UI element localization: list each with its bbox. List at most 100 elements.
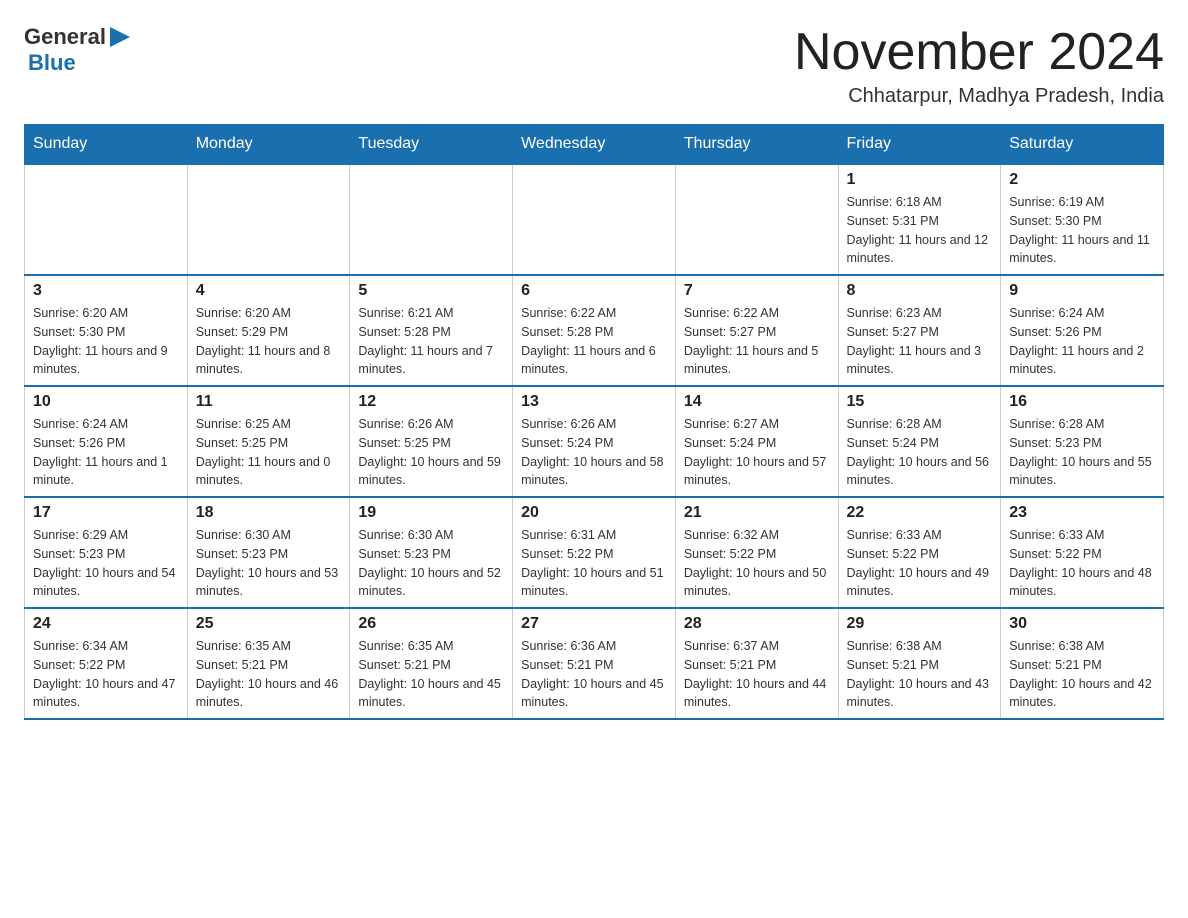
col-header-thursday: Thursday (675, 125, 838, 165)
calendar-cell: 20Sunrise: 6:31 AMSunset: 5:22 PMDayligh… (513, 497, 676, 608)
day-number: 3 (33, 282, 179, 300)
day-info: Sunrise: 6:21 AMSunset: 5:28 PMDaylight:… (358, 304, 504, 379)
day-number: 1 (847, 171, 993, 189)
calendar-cell: 18 Sunrise: 6:30 AMSunset: 5:23 PMDayligh… (187, 497, 350, 608)
day-number: 18 (196, 504, 342, 522)
logo-blue-text: Blue (28, 50, 76, 76)
day-number: 15 (847, 393, 993, 411)
calendar-cell: 15 Sunrise: 6:28 AMSunset: 5:24 PMDayligh… (838, 386, 1001, 497)
day-info: Sunrise: 6:24 AMSunset: 5:26 PMDaylight:… (33, 415, 179, 490)
title-area: November 2024 Chhatarpur, Madhya Pradesh… (794, 24, 1164, 108)
calendar-cell (25, 164, 188, 275)
location-title: Chhatarpur, Madhya Pradesh, India (794, 85, 1164, 108)
calendar-cell: 14 Sunrise: 6:27 AMSunset: 5:24 PMDayligh… (675, 386, 838, 497)
calendar-cell (350, 164, 513, 275)
day-info: Sunrise: 6:34 AMSunset: 5:22 PMDaylight:… (33, 637, 179, 712)
day-info: Sunrise: 6:29 AMSunset: 5:23 PMDaylight:… (33, 526, 179, 601)
day-number: 21 (684, 504, 830, 522)
calendar-week-row: 3 Sunrise: 6:20 AMSunset: 5:30 PMDaylight… (25, 275, 1164, 386)
calendar-cell: 25 Sunrise: 6:35 AMSunset: 5:21 PMDayligh… (187, 608, 350, 719)
logo: General Blue (24, 24, 130, 76)
calendar-cell: 29 Sunrise: 6:38 AMSunset: 5:21 PMDayligh… (838, 608, 1001, 719)
calendar-cell: 13Sunrise: 6:26 AMSunset: 5:24 PMDayligh… (513, 386, 676, 497)
calendar-cell: 7Sunrise: 6:22 AMSunset: 5:27 PMDaylight… (675, 275, 838, 386)
col-header-friday: Friday (838, 125, 1001, 165)
day-number: 22 (847, 504, 993, 522)
day-number: 2 (1009, 171, 1155, 189)
day-number: 17 (33, 504, 179, 522)
calendar-cell: 30 Sunrise: 6:38 AMSunset: 5:21 PMDayligh… (1001, 608, 1164, 719)
calendar-cell: 28Sunrise: 6:37 AMSunset: 5:21 PMDayligh… (675, 608, 838, 719)
logo-triangle-icon (108, 27, 130, 47)
calendar-cell: 26Sunrise: 6:35 AMSunset: 5:21 PMDayligh… (350, 608, 513, 719)
calendar-cell: 1 Sunrise: 6:18 AMSunset: 5:31 PMDaylight… (838, 164, 1001, 275)
day-number: 11 (196, 393, 342, 411)
day-info: Sunrise: 6:35 AMSunset: 5:21 PMDaylight:… (196, 637, 342, 712)
calendar-cell: 6 Sunrise: 6:22 AMSunset: 5:28 PMDaylight… (513, 275, 676, 386)
calendar-cell: 4 Sunrise: 6:20 AMSunset: 5:29 PMDaylight… (187, 275, 350, 386)
day-info: Sunrise: 6:24 AMSunset: 5:26 PMDaylight:… (1009, 304, 1155, 379)
logo-general-text: General (24, 24, 106, 50)
day-info: Sunrise: 6:18 AMSunset: 5:31 PMDaylight:… (847, 193, 993, 268)
day-info: Sunrise: 6:38 AMSunset: 5:21 PMDaylight:… (1009, 637, 1155, 712)
day-number: 24 (33, 615, 179, 633)
calendar-cell: 3 Sunrise: 6:20 AMSunset: 5:30 PMDaylight… (25, 275, 188, 386)
col-header-sunday: Sunday (25, 125, 188, 165)
col-header-monday: Monday (187, 125, 350, 165)
col-header-saturday: Saturday (1001, 125, 1164, 165)
calendar-cell: 2 Sunrise: 6:19 AMSunset: 5:30 PMDaylight… (1001, 164, 1164, 275)
day-number: 12 (358, 393, 504, 411)
day-info: Sunrise: 6:19 AMSunset: 5:30 PMDaylight:… (1009, 193, 1155, 268)
calendar-header-row: SundayMondayTuesdayWednesdayThursdayFrid… (25, 125, 1164, 165)
day-number: 6 (521, 282, 667, 300)
day-info: Sunrise: 6:28 AMSunset: 5:23 PMDaylight:… (1009, 415, 1155, 490)
calendar-cell: 22 Sunrise: 6:33 AMSunset: 5:22 PMDayligh… (838, 497, 1001, 608)
calendar-cell: 10 Sunrise: 6:24 AMSunset: 5:26 PMDayligh… (25, 386, 188, 497)
day-info: Sunrise: 6:26 AMSunset: 5:25 PMDaylight:… (358, 415, 504, 490)
col-header-tuesday: Tuesday (350, 125, 513, 165)
day-info: Sunrise: 6:28 AMSunset: 5:24 PMDaylight:… (847, 415, 993, 490)
calendar-cell: 11 Sunrise: 6:25 AMSunset: 5:25 PMDayligh… (187, 386, 350, 497)
calendar-cell: 23 Sunrise: 6:33 AMSunset: 5:22 PMDayligh… (1001, 497, 1164, 608)
day-info: Sunrise: 6:20 AMSunset: 5:30 PMDaylight:… (33, 304, 179, 379)
day-number: 10 (33, 393, 179, 411)
day-number: 25 (196, 615, 342, 633)
calendar-week-row: 17 Sunrise: 6:29 AMSunset: 5:23 PMDayligh… (25, 497, 1164, 608)
day-number: 27 (521, 615, 667, 633)
day-number: 19 (358, 504, 504, 522)
day-info: Sunrise: 6:27 AMSunset: 5:24 PMDaylight:… (684, 415, 830, 490)
calendar-cell: 8Sunrise: 6:23 AMSunset: 5:27 PMDaylight… (838, 275, 1001, 386)
calendar-cell: 9 Sunrise: 6:24 AMSunset: 5:26 PMDaylight… (1001, 275, 1164, 386)
day-number: 14 (684, 393, 830, 411)
day-number: 9 (1009, 282, 1155, 300)
header: General Blue November 2024 Chhatarpur, M… (24, 24, 1164, 108)
calendar-cell: 24 Sunrise: 6:34 AMSunset: 5:22 PMDayligh… (25, 608, 188, 719)
calendar-cell: 19Sunrise: 6:30 AMSunset: 5:23 PMDayligh… (350, 497, 513, 608)
calendar-week-row: 10 Sunrise: 6:24 AMSunset: 5:26 PMDayligh… (25, 386, 1164, 497)
day-number: 23 (1009, 504, 1155, 522)
day-info: Sunrise: 6:22 AMSunset: 5:28 PMDaylight:… (521, 304, 667, 379)
calendar-cell (675, 164, 838, 275)
month-title: November 2024 (794, 24, 1164, 81)
day-number: 8 (847, 282, 993, 300)
day-number: 28 (684, 615, 830, 633)
day-info: Sunrise: 6:36 AMSunset: 5:21 PMDaylight:… (521, 637, 667, 712)
calendar-week-row: 24 Sunrise: 6:34 AMSunset: 5:22 PMDayligh… (25, 608, 1164, 719)
day-number: 4 (196, 282, 342, 300)
calendar-cell: 27 Sunrise: 6:36 AMSunset: 5:21 PMDayligh… (513, 608, 676, 719)
day-info: Sunrise: 6:20 AMSunset: 5:29 PMDaylight:… (196, 304, 342, 379)
calendar-cell: 12 Sunrise: 6:26 AMSunset: 5:25 PMDayligh… (350, 386, 513, 497)
day-info: Sunrise: 6:30 AMSunset: 5:23 PMDaylight:… (196, 526, 342, 601)
calendar-cell: 21Sunrise: 6:32 AMSunset: 5:22 PMDayligh… (675, 497, 838, 608)
day-info: Sunrise: 6:33 AMSunset: 5:22 PMDaylight:… (1009, 526, 1155, 601)
day-info: Sunrise: 6:25 AMSunset: 5:25 PMDaylight:… (196, 415, 342, 490)
day-info: Sunrise: 6:38 AMSunset: 5:21 PMDaylight:… (847, 637, 993, 712)
day-info: Sunrise: 6:22 AMSunset: 5:27 PMDaylight:… (684, 304, 830, 379)
day-info: Sunrise: 6:33 AMSunset: 5:22 PMDaylight:… (847, 526, 993, 601)
day-number: 29 (847, 615, 993, 633)
calendar-cell: 5Sunrise: 6:21 AMSunset: 5:28 PMDaylight… (350, 275, 513, 386)
calendar-cell (187, 164, 350, 275)
day-info: Sunrise: 6:26 AMSunset: 5:24 PMDaylight:… (521, 415, 667, 490)
day-number: 30 (1009, 615, 1155, 633)
calendar-cell: 17 Sunrise: 6:29 AMSunset: 5:23 PMDayligh… (25, 497, 188, 608)
